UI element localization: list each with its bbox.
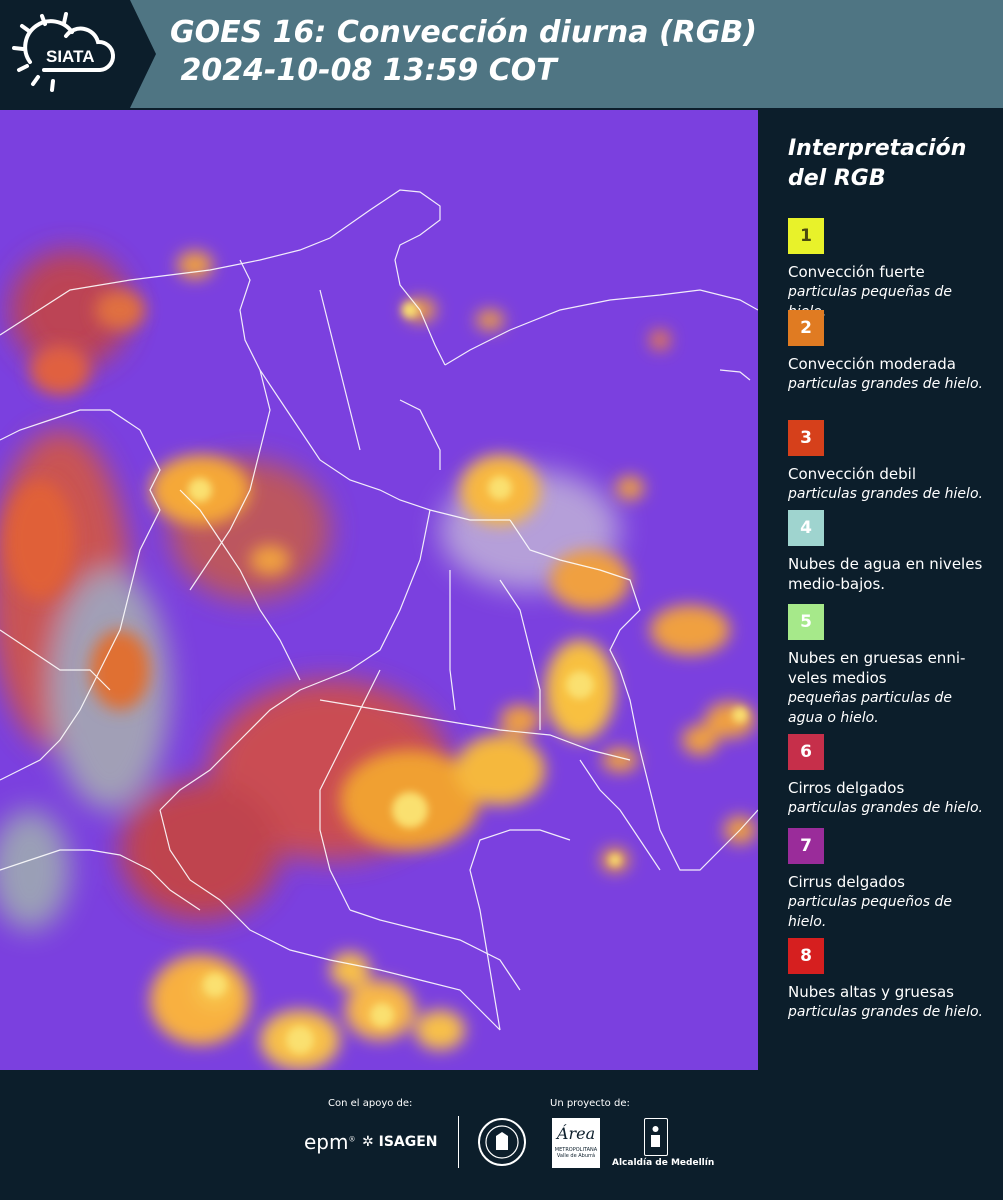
legend-item-8: 8 Nubes altas y gruesas particulas grand…: [788, 938, 988, 1022]
legend-item-7: 7 Cirrus delgados particulas pequeños de…: [788, 828, 988, 932]
legend-item-6: 6 Cirros delgados particulas grandes de …: [788, 734, 988, 818]
footer: Con el apoyo de: Un proyecto de: epm® ✲ …: [0, 1070, 1003, 1200]
legend-item-3: 3 Convección debil particulas grandes de…: [788, 420, 988, 504]
legend-swatch-6: 6: [788, 734, 824, 770]
area-metropolitana-logo: Área METROPOLITANA Valle de Aburrá: [552, 1118, 600, 1168]
alcaldia-label: Alcaldía de Medellín: [612, 1158, 715, 1168]
legend-swatch-5: 5: [788, 604, 824, 640]
legend-swatch-2: 2: [788, 310, 824, 346]
legend-item-name: Convección debil: [788, 465, 916, 483]
isagen-logo-text: ISAGEN: [378, 1134, 438, 1150]
header-bar: SIATA GOES 16: Convección diurna (RGB) 2…: [0, 0, 1003, 108]
legend-title: Interpretación del RGB: [788, 134, 988, 194]
legend-item-name: Convección moderada: [788, 355, 956, 373]
title-line-2: 2024-10-08 13:59 COT: [170, 53, 557, 88]
legend-swatch-4: 4: [788, 510, 824, 546]
municipal-seal: [478, 1118, 526, 1166]
legend-item-name: Cirrus delgados: [788, 873, 905, 891]
isagen-star-icon: ✲: [362, 1134, 374, 1150]
legend-swatch-8: 8: [788, 938, 824, 974]
legend-item-4: 4 Nubes de agua en niveles medio-bajos.: [788, 510, 988, 594]
area-logo-text: Área: [556, 1124, 596, 1143]
legend-item-name: Cirros delgados: [788, 779, 905, 797]
legend-item-1: 1 Convección fuerte particulas pequeñas …: [788, 218, 988, 322]
title-line-1: GOES 16: Convección diurna (RGB): [170, 15, 757, 50]
rgb-composite-image: [0, 110, 758, 1070]
siata-logo: SIATA: [0, 0, 130, 108]
legend-panel: Interpretación del RGB 1 Convección fuer…: [770, 110, 1003, 1070]
legend-item-name: Nubes en gruesas enni- veles medios: [788, 649, 966, 687]
legend-item-name: Nubes altas y gruesas: [788, 983, 954, 1001]
project-label: Un proyecto de:: [550, 1098, 630, 1109]
logo-arrow-shape: [130, 0, 156, 108]
legend-item-desc: pequeñas particulas de agua o hielo.: [788, 690, 952, 726]
epm-logo-text: epm: [304, 1130, 349, 1154]
epm-logo: epm®: [304, 1130, 356, 1154]
support-label: Con el apoyo de:: [328, 1098, 413, 1109]
sun-cloud-icon: SIATA: [12, 12, 116, 92]
shield-emblem-icon: [651, 1126, 660, 1147]
logo-text: SIATA: [46, 47, 94, 66]
legend-title-line-2: del RGB: [788, 166, 886, 191]
legend-swatch-1: 1: [788, 218, 824, 254]
legend-swatch-3: 3: [788, 420, 824, 456]
legend-item-2: 2 Convección moderada particulas grandes…: [788, 310, 988, 394]
footer-divider: [458, 1116, 459, 1168]
legend-item-5: 5 Nubes en gruesas enni- veles medios pe…: [788, 604, 988, 728]
legend-title-line-1: Interpretación: [788, 136, 967, 161]
legend-item-desc: particulas pequeños de hielo.: [788, 894, 952, 930]
isagen-logo: ✲ ISAGEN: [362, 1134, 438, 1150]
legend-item-desc: particulas grandes de hielo.: [788, 800, 983, 816]
legend-swatch-7: 7: [788, 828, 824, 864]
legend-item-desc: particulas grandes de hielo.: [788, 1004, 983, 1020]
legend-item-name: Convección fuerte: [788, 263, 925, 281]
legend-item-desc: particulas grandes de hielo.: [788, 376, 983, 392]
legend-item-desc: particulas grandes de hielo.: [788, 486, 983, 502]
alcaldia-shield-icon: [644, 1118, 668, 1156]
legend-item-name: Nubes de agua en niveles medio-bajos.: [788, 555, 983, 593]
seal-emblem-icon: [485, 1125, 519, 1159]
page-title: GOES 16: Convección diurna (RGB) 2024-10…: [170, 14, 757, 90]
area-logo-subcaption: Valle de Aburrá: [556, 1153, 596, 1159]
satellite-map: [0, 110, 758, 1070]
